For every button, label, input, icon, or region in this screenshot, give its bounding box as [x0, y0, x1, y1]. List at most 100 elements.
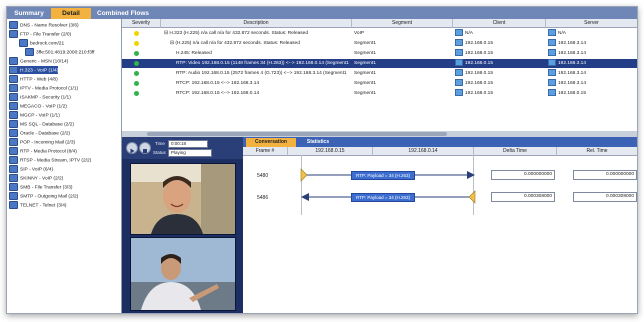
client-cell: 192.168.0.15	[455, 69, 543, 78]
rel-time-cell: 0.000000000	[573, 170, 637, 180]
description-cell: RTCP: 192.168.0.15 <--> 192.168.3.14	[164, 79, 350, 88]
tab-statistics[interactable]: Statistics	[298, 138, 338, 147]
table-row[interactable]: RTCP: 192.168.0.15 <--> 192.168.3.14 Segm…	[122, 79, 637, 88]
segment-cell: Segment1	[354, 49, 450, 58]
video-controls: Time 0:00:18 Status Playing	[122, 137, 243, 159]
col-header-severity[interactable]: Severity	[122, 19, 161, 28]
conversation-panel: Conversation Statistics Frame # 192.168.…	[243, 137, 637, 313]
tree-item[interactable]: MGCP - VoIP (1/1)	[9, 111, 60, 119]
description-cell-text: ⊟ (H.225) n/a call n/a for 432.872 secon…	[170, 41, 300, 46]
tab-summary[interactable]: Summary	[9, 8, 49, 19]
server-cell: 192.168.3.14	[548, 59, 636, 68]
server-cell-text: 192.168.3.14	[558, 41, 587, 46]
tree-item[interactable]: H.323 - VoIP (1/4)	[9, 66, 59, 74]
tree-item[interactable]: SIP - VoIP (6/4)	[9, 165, 53, 173]
frame-number: 5480	[257, 173, 269, 179]
server-cell-text: N/A	[558, 31, 566, 36]
severity-indicator-icon	[134, 91, 139, 96]
tree-item[interactable]: TELNET - Telnet (3/4)	[9, 201, 66, 209]
app-window: Summary Detail Combined Flows DNS - Name…	[6, 6, 638, 314]
tree-item[interactable]: 3ffe:501:4819:2000:210:f3ff	[25, 48, 95, 56]
tree-item-label: SMTP - Outgoing Mail (2/2)	[20, 194, 79, 200]
tree-item[interactable]: POP - Incoming Mail (2/3)	[9, 138, 75, 146]
rel-time-cell: 0.000308000	[573, 192, 637, 202]
stop-button[interactable]	[139, 142, 151, 154]
segment-cell: Segment1	[354, 39, 450, 48]
tree-item[interactable]: Generic - MSN (10/14)	[9, 57, 68, 65]
host-icon	[548, 59, 556, 67]
tree-item[interactable]: SMB - File Transfer (3/3)	[9, 183, 73, 191]
tree-item-label: MEGACO - VoIP (1/2)	[20, 104, 67, 110]
tree-item[interactable]: bedrock.com/21	[19, 39, 64, 47]
tree-item-label: MS SQL - Database (2/2)	[20, 122, 74, 128]
tree-item[interactable]: DNS - Name Resolver (3/6)	[9, 21, 79, 29]
table-row[interactable]: H.245: Released Segment1 192.168.0.15 192.1…	[122, 49, 637, 58]
table-row[interactable]: ⊟ (H.225) n/a call n/a for 432.872 secon…	[122, 39, 637, 48]
description-cell-text: RTCP: 192.168.0.15 <--> 192.168.0.14	[176, 91, 260, 96]
tree-item-label: H.323 - VoIP (1/4)	[20, 68, 59, 74]
client-cell: 192.168.0.15	[455, 79, 543, 88]
col-header-server[interactable]: Server	[546, 19, 637, 28]
protocol-icon	[9, 201, 18, 209]
tree-item[interactable]: HTTP - Web (4/8)	[9, 75, 58, 83]
tree-item-label: RTP - Media Protocol (8/4)	[20, 149, 77, 155]
host-icon	[455, 39, 463, 47]
host-icon	[548, 29, 556, 37]
tree-item[interactable]: MS SQL - Database (2/2)	[9, 120, 74, 128]
protocol-icon	[9, 66, 18, 74]
table-row[interactable]: RTP: Audio 192.168.0.15 (2572 frames 4 (…	[122, 69, 637, 78]
table-row[interactable]: ⊟ H.323 (H.225) n/a call n/a for 432.872…	[122, 29, 637, 38]
protocol-icon	[9, 165, 18, 173]
protocol-icon	[9, 93, 18, 101]
client-cell: N/A	[455, 29, 543, 38]
col-header-frame[interactable]: Frame #	[243, 147, 288, 156]
table-row[interactable]: RTCP: 192.168.0.15 <--> 192.168.0.14 Segm…	[122, 89, 637, 98]
tree-item[interactable]: MEGACO - VoIP (1/2)	[9, 102, 67, 110]
tree-item[interactable]: RTP - Media Protocol (8/4)	[9, 147, 77, 155]
col-header-endpoint-b[interactable]: 192.168.0.14	[373, 147, 474, 156]
protocol-icon	[25, 48, 34, 56]
tree-item-label: IPTV - Media Protocol (1/1)	[20, 86, 79, 92]
col-header-client[interactable]: Client	[453, 19, 546, 28]
server-cell: N/A	[548, 29, 636, 38]
tree-item[interactable]: SKINNY - VoIP (2/2)	[9, 174, 63, 182]
severity-indicator-icon	[134, 41, 139, 46]
tab-conversation[interactable]: Conversation	[246, 138, 296, 147]
message-label[interactable]: RTP: Payload = 34 (H.263)	[351, 171, 415, 180]
table-row[interactable]: RTP: Video 192.168.0.15 (1148 frames 34 …	[122, 59, 637, 68]
play-icon	[130, 148, 135, 154]
tree-item[interactable]: RTSP - Media Stream, IPTV (2/2)	[9, 156, 91, 164]
segment-cell-text: Segment1	[354, 61, 376, 66]
scrollbar-thumb[interactable]	[147, 132, 447, 136]
tree-item[interactable]: SMTP - Outgoing Mail (2/2)	[9, 192, 78, 200]
tree-item-label: Oracle - Database (2/2)	[20, 131, 71, 137]
tree-item[interactable]: IPTV - Media Protocol (1/1)	[9, 84, 78, 92]
tree-item[interactable]: Oracle - Database (2/2)	[9, 129, 70, 137]
tree-item-label: SMB - File Transfer (3/3)	[20, 185, 73, 191]
tree-item[interactable]: FTP - File Transfer (2/0)	[9, 30, 71, 38]
severity-indicator-icon	[134, 51, 139, 56]
tab-detail[interactable]: Detail	[51, 8, 91, 19]
video-frame-caller	[130, 163, 236, 235]
segment-cell: Segment1	[354, 59, 450, 68]
client-cell-text: 192.168.0.15	[465, 41, 494, 46]
tree-item[interactable]: ISAKMP - Security (1/1)	[9, 93, 71, 101]
person-video-image	[131, 238, 235, 310]
segment-cell-text: Segment1	[354, 71, 376, 76]
frame-number: 5486	[257, 195, 269, 201]
protocol-icon	[9, 129, 18, 137]
conversation-tab-bar: Conversation Statistics	[243, 137, 637, 147]
time-field: 0:00:18	[168, 140, 208, 148]
protocol-icon	[9, 21, 18, 29]
host-icon	[548, 79, 556, 87]
server-cell-text: 192.168.3.14	[558, 81, 587, 86]
col-header-segment[interactable]: Segment	[352, 19, 453, 28]
message-label[interactable]: RTP: Payload = 34 (H.263)	[351, 193, 415, 202]
tab-combined-flows[interactable]: Combined Flows	[93, 8, 153, 19]
client-cell-text: N/A	[465, 31, 473, 36]
col-header-delta-time[interactable]: Delta Time	[474, 147, 557, 156]
play-button[interactable]	[126, 142, 138, 154]
col-header-rel-time[interactable]: Rel. Time	[557, 147, 637, 156]
col-header-description[interactable]: Description	[161, 19, 352, 28]
server-cell: 192.168.3.14	[548, 39, 636, 48]
